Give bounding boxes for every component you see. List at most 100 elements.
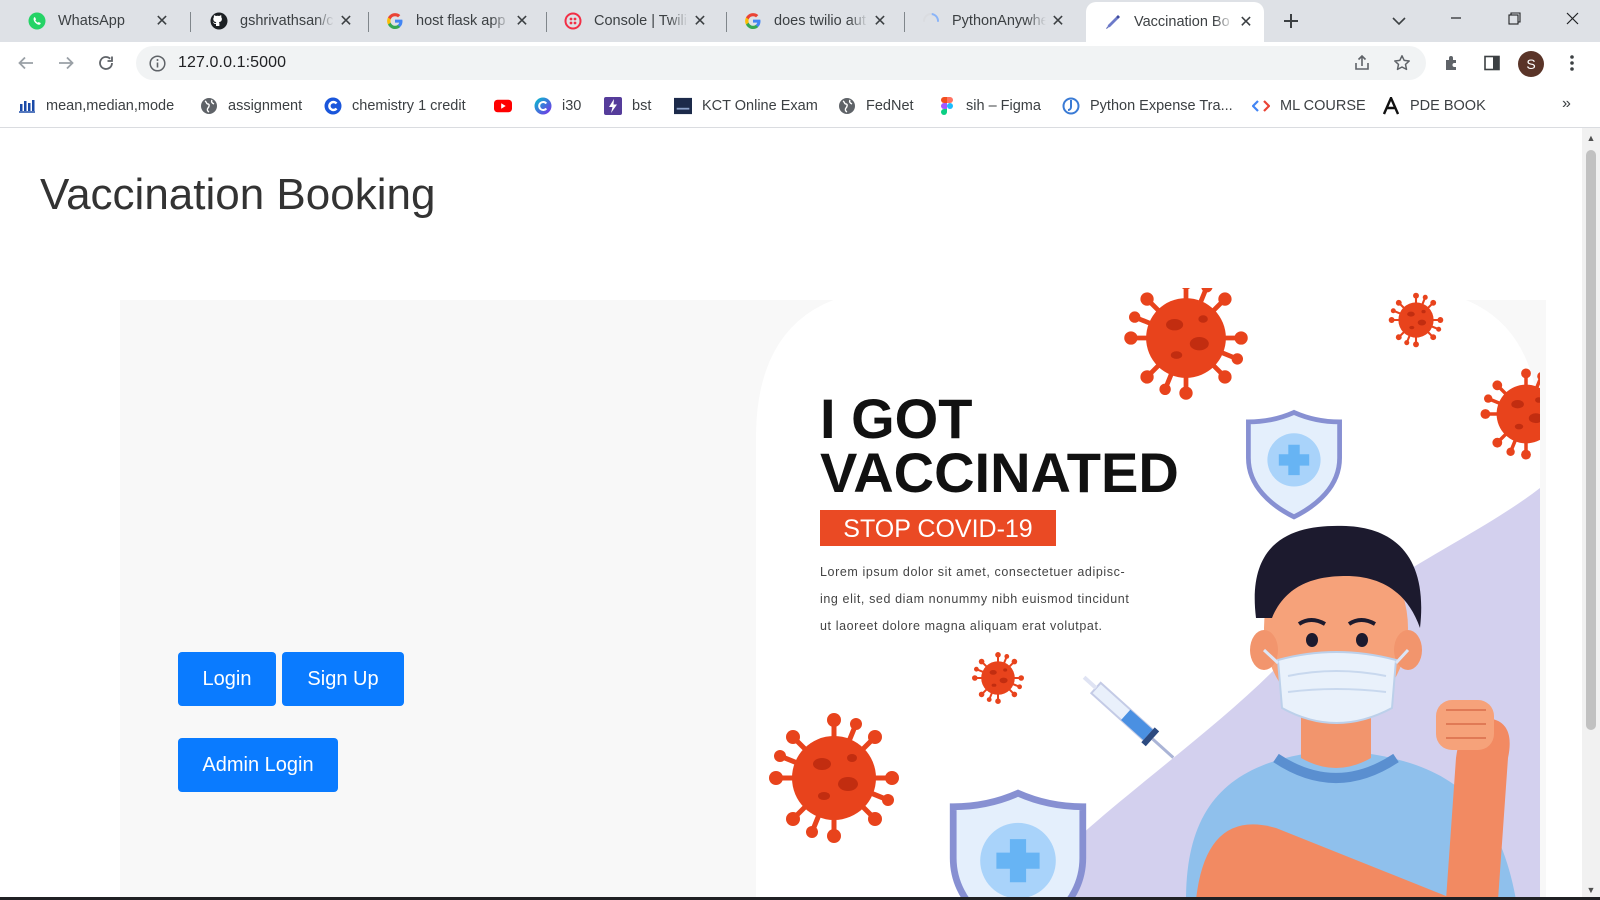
github-icon bbox=[210, 12, 228, 30]
bookmark-sih-figma[interactable]: sih – Figma bbox=[938, 95, 1041, 117]
browser-toolbar: 127.0.0.1:5000 S bbox=[0, 42, 1600, 84]
menu-kebab-icon[interactable] bbox=[1558, 49, 1586, 77]
profile-avatar[interactable]: S bbox=[1518, 51, 1544, 77]
close-icon[interactable]: ✕ bbox=[1234, 10, 1258, 34]
bookmark-label: Python Expense Tra... bbox=[1090, 98, 1233, 114]
bookmark-label: KCT Online Exam bbox=[702, 98, 818, 114]
bookmark-youtube[interactable] bbox=[494, 95, 522, 117]
kct-icon bbox=[674, 97, 692, 115]
login-button[interactable]: Login bbox=[178, 652, 276, 706]
code-icon bbox=[1252, 97, 1270, 115]
loading-icon bbox=[922, 12, 940, 30]
scroll-thumb[interactable] bbox=[1586, 150, 1596, 730]
restore-button[interactable] bbox=[1486, 0, 1542, 36]
bookmark-label: sih – Figma bbox=[966, 98, 1041, 114]
virus-icon bbox=[1387, 291, 1445, 349]
chart-bars-icon bbox=[18, 97, 36, 115]
bookmark-kct-online-exam[interactable]: KCT Online Exam bbox=[674, 95, 818, 117]
bookmark-python-expense[interactable]: Python Expense Tra... bbox=[1062, 95, 1233, 117]
poster-body-line: ing elit, sed diam nonummy nibh euismod … bbox=[820, 592, 1129, 606]
bookmark-label: i30 bbox=[562, 98, 582, 114]
tab-twilio[interactable]: Console | Twilio ✕ bbox=[546, 0, 718, 42]
admin-login-button[interactable]: Admin Login bbox=[178, 738, 338, 792]
youtube-icon bbox=[494, 97, 512, 115]
vertical-scrollbar[interactable]: ▲ ▼ bbox=[1582, 128, 1600, 900]
c-logo-icon bbox=[324, 97, 342, 115]
share-icon[interactable] bbox=[1348, 49, 1376, 77]
bookmark-star-icon[interactable] bbox=[1388, 49, 1416, 77]
poster-headline-2: VACCINATED bbox=[820, 441, 1179, 504]
tab-label: host flask app bbox=[416, 13, 506, 29]
tab-separator bbox=[190, 12, 191, 32]
vaccination-poster: I GOT VACCINATED STOP COVID-19 Lorem ips… bbox=[756, 288, 1540, 900]
bookmark-ml-course[interactable]: ML COURSE bbox=[1252, 95, 1366, 117]
tab-label: Vaccination Bo bbox=[1134, 14, 1230, 30]
bookmark-label: bst bbox=[632, 98, 652, 114]
bookmark-label: assignment bbox=[228, 98, 303, 114]
poster-body-line: Lorem ipsum dolor sit amet, consectetuer… bbox=[820, 565, 1125, 579]
reload-button[interactable] bbox=[92, 49, 120, 77]
forward-button[interactable] bbox=[52, 49, 80, 77]
bookmarks-bar: mean,median,mode assignment chemistry 1 … bbox=[0, 84, 1600, 128]
back-button[interactable] bbox=[12, 49, 40, 77]
google-icon bbox=[744, 12, 762, 30]
tab-search-button[interactable] bbox=[1386, 8, 1412, 34]
virus-icon bbox=[769, 713, 899, 843]
shield-icon bbox=[953, 793, 1083, 900]
tab-strip: WhatsApp ✕ gshrivathsan/c ✕ host flask a… bbox=[0, 0, 1600, 42]
bookmarks-overflow-chevron-icon[interactable]: » bbox=[1562, 95, 1571, 113]
tab-whatsapp[interactable]: WhatsApp ✕ bbox=[10, 0, 180, 42]
tab-label: PythonAnywhe bbox=[952, 13, 1046, 29]
virus-icon bbox=[970, 650, 1026, 706]
page-viewport: Vaccination Booking Login Sign Up Admin … bbox=[0, 128, 1582, 900]
url-text[interactable]: 127.0.0.1:5000 bbox=[178, 54, 286, 72]
bookmark-label: ML COURSE bbox=[1280, 98, 1366, 114]
minimize-button[interactable] bbox=[1428, 0, 1484, 36]
c-gradient-icon bbox=[534, 97, 552, 115]
extensions-icon[interactable] bbox=[1438, 49, 1466, 77]
bookmark-pde-book[interactable]: PDE BOOK bbox=[1382, 95, 1486, 117]
info-icon[interactable] bbox=[148, 54, 166, 72]
twilio-icon bbox=[564, 12, 582, 30]
lightning-icon bbox=[604, 97, 622, 115]
tab-pythonanywhere[interactable]: PythonAnywhe ✕ bbox=[904, 0, 1076, 42]
tab-vaccination-booking[interactable]: Vaccination Bo ✕ bbox=[1086, 2, 1264, 42]
google-icon bbox=[386, 12, 404, 30]
close-icon[interactable]: ✕ bbox=[688, 9, 712, 33]
bookmark-label: PDE BOOK bbox=[1410, 98, 1486, 114]
scroll-down-arrow-icon[interactable]: ▼ bbox=[1582, 882, 1600, 898]
globe-icon bbox=[200, 97, 218, 115]
bookmark-bst[interactable]: bst bbox=[604, 95, 651, 117]
whatsapp-icon bbox=[28, 12, 46, 30]
close-icon[interactable]: ✕ bbox=[150, 9, 174, 33]
bookmark-mean-median-mode[interactable]: mean,median,mode bbox=[18, 95, 174, 117]
page-title: Vaccination Booking bbox=[40, 170, 436, 219]
address-bar[interactable]: 127.0.0.1:5000 bbox=[136, 46, 1426, 80]
bookmark-label: mean,median,mode bbox=[46, 98, 175, 114]
vaccination-icon bbox=[1104, 13, 1122, 31]
close-icon[interactable]: ✕ bbox=[510, 9, 534, 33]
scroll-up-arrow-icon[interactable]: ▲ bbox=[1582, 130, 1600, 146]
tab-twilio-search[interactable]: does twilio aut ✕ bbox=[726, 0, 898, 42]
tab-label: Console | Twilio bbox=[594, 13, 688, 29]
figma-icon bbox=[938, 97, 956, 115]
sign-up-button[interactable]: Sign Up bbox=[282, 652, 404, 706]
side-panel-icon[interactable] bbox=[1478, 49, 1506, 77]
tab-host-flask[interactable]: host flask app ✕ bbox=[368, 0, 540, 42]
bookmark-fednet[interactable]: FedNet bbox=[838, 95, 914, 117]
tab-label: does twilio aut bbox=[774, 13, 866, 29]
bookmark-label: chemistry 1 credit bbox=[352, 98, 466, 114]
close-window-button[interactable] bbox=[1544, 0, 1600, 36]
close-icon[interactable]: ✕ bbox=[1046, 9, 1070, 33]
bookmark-chemistry[interactable]: chemistry 1 credit bbox=[324, 95, 466, 117]
bookmark-label: FedNet bbox=[866, 98, 914, 114]
close-icon[interactable]: ✕ bbox=[868, 9, 892, 33]
close-icon[interactable]: ✕ bbox=[334, 9, 358, 33]
poster-body-line: ut laoreet dolore magna aliquam erat vol… bbox=[820, 619, 1103, 633]
letter-a-icon bbox=[1382, 97, 1400, 115]
bookmark-i30[interactable]: i30 bbox=[534, 95, 581, 117]
new-tab-button[interactable] bbox=[1278, 8, 1304, 34]
tab-github[interactable]: gshrivathsan/c ✕ bbox=[192, 0, 364, 42]
tab-label: WhatsApp bbox=[58, 13, 125, 29]
bookmark-assignment[interactable]: assignment bbox=[200, 95, 302, 117]
